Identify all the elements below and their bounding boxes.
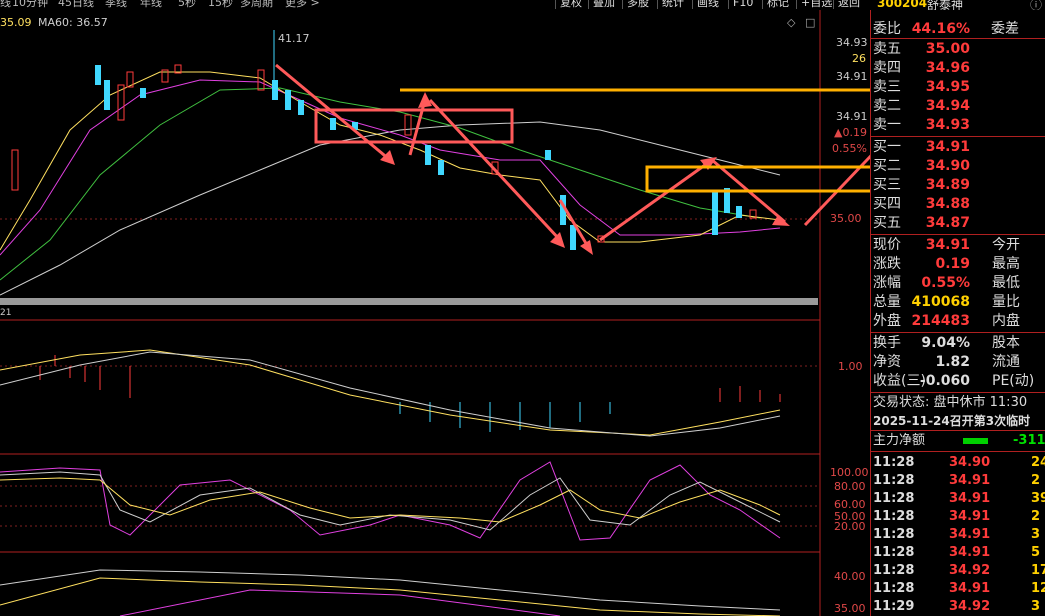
tick-row: 11:28 34.90 24 xyxy=(873,455,1045,470)
trade-status: 交易状态: 盘中休市 11:30 xyxy=(873,395,1028,410)
square-icon: □ xyxy=(805,16,815,29)
ma-legend-partial: 35.09 xyxy=(0,16,32,29)
annotation-arrowheads xyxy=(380,92,790,255)
overlay-button[interactable]: 叠加 xyxy=(588,0,619,9)
weibi-value: 44.16% xyxy=(911,21,970,37)
axis-label-7: 35.00 xyxy=(830,212,862,225)
tick-row: 11:28 34.91 39 xyxy=(873,491,1045,506)
macd-dif-line xyxy=(0,349,781,436)
f10-button[interactable]: F10 xyxy=(728,0,757,9)
bid-row[interactable]: 买五 34.87 xyxy=(871,214,1045,232)
bottom-ma-magenta xyxy=(119,589,561,616)
bottom-axis-35: 35.00 xyxy=(834,602,866,615)
bid-row[interactable]: 买四 34.88 xyxy=(871,195,1045,213)
diamond-icon: ◇ xyxy=(787,16,796,29)
kdj-axis-80: 80.00 xyxy=(834,480,866,493)
weibi-row: 委比 44.16% 委差 xyxy=(871,20,1045,38)
ask-row[interactable]: 卖五 35.00 xyxy=(871,40,1045,58)
axis-label-6: 0.55% xyxy=(832,142,867,155)
ma60-line xyxy=(0,121,781,296)
info-icon[interactable]: ⓘ xyxy=(1030,0,1042,10)
period-tab-line[interactable]: 线 xyxy=(0,0,11,9)
axis-label-2: 26 xyxy=(852,52,866,65)
notice-row[interactable]: 2025-11-24召开第3次临时 xyxy=(871,412,1045,430)
axis-label-3: 34.91 xyxy=(836,70,868,83)
add-watchlist-button[interactable]: +自选 xyxy=(796,0,836,9)
kdj-axis-100: 100.00 xyxy=(830,466,869,479)
fuquan-button[interactable]: 复权 xyxy=(555,0,586,9)
period-tab-more[interactable]: 更多 > xyxy=(285,0,320,9)
tick-row: 11:28 34.91 2 xyxy=(873,509,1041,524)
mark-button[interactable]: 标记 xyxy=(762,0,793,9)
macd-axis-label: 1.00 xyxy=(838,360,863,373)
draw-line-button[interactable]: 画线 xyxy=(692,0,723,9)
quote-panel: 委比 44.16% 委差 卖五 35.00 卖四 34.96 卖三 34.95 … xyxy=(870,10,1045,616)
multi-stock-button[interactable]: 多股 xyxy=(622,0,653,9)
period-tab-year[interactable]: 年线 xyxy=(140,0,162,9)
period-tab-5s[interactable]: 5秒 xyxy=(178,0,196,9)
tick-row: 11:28 34.91 5 xyxy=(873,545,1041,560)
period-tab-15s[interactable]: 15秒 xyxy=(208,0,233,9)
stat-row: 涨幅 0.55% 最低 xyxy=(873,275,1020,291)
tick-row: 11:29 34.92 3 xyxy=(873,599,1041,614)
chart-svg: ◇ □ xyxy=(0,10,870,616)
period-tab-multi[interactable]: 多周期 xyxy=(240,0,273,9)
axis-label-1: 34.93 xyxy=(836,36,868,49)
period-tab-45day[interactable]: 45日线 xyxy=(58,0,94,9)
stats-button[interactable]: 统计 xyxy=(657,0,688,9)
stock-code: 300204 xyxy=(877,0,928,10)
stat-row: 现价 34.91 今开 xyxy=(873,237,1020,253)
stock-name: 舒泰神 xyxy=(927,0,964,10)
tick-row: 11:28 34.91 12 xyxy=(873,581,1045,596)
bid-row[interactable]: 买二 34.90 xyxy=(871,157,1045,175)
tick-row: 11:28 34.92 17 xyxy=(873,563,1045,578)
chart-scrollbar xyxy=(0,298,818,305)
bid-row[interactable]: 买三 34.89 xyxy=(871,176,1045,194)
main-flow-bar xyxy=(963,438,988,444)
axis-label-5: ▲0.19 xyxy=(834,126,867,139)
stat-row: 净资 1.82 流通 xyxy=(873,354,1020,370)
ask-row[interactable]: 卖二 34.94 xyxy=(871,97,1045,115)
main-flow-row: 主力净额 -3116 xyxy=(873,433,1045,448)
bottom-ma-yellow xyxy=(0,577,781,616)
period-tab-10min[interactable]: 10分钟 xyxy=(12,0,48,9)
stat-row: 外盘 214483 内盘 xyxy=(873,313,1020,329)
weibi-label: 委比 xyxy=(873,21,901,37)
top-toolbar: 线 10分钟 45日线 季线 年线 5秒 15秒 多周期 更多 > 复权 叠加 … xyxy=(0,0,1045,10)
macd-histogram xyxy=(39,355,781,432)
axis-label-4: 34.91 xyxy=(836,110,868,123)
period-tab-season[interactable]: 季线 xyxy=(105,0,127,9)
kdj-k-line xyxy=(0,471,781,531)
kdj-axis-20: 20.00 xyxy=(834,520,866,533)
stat-row: 涨跌 0.19 最高 xyxy=(873,256,1020,272)
bottom-axis-40: 40.00 xyxy=(834,570,866,583)
tick-row: 11:28 34.91 3 xyxy=(873,527,1041,542)
ask-row[interactable]: 卖三 34.95 xyxy=(871,78,1045,96)
ask-row[interactable]: 卖一 34.93 xyxy=(871,116,1045,134)
tick-row: 11:28 34.91 2 xyxy=(873,473,1041,488)
kline-chart-area[interactable]: ◇ □ 35.09 MA60: 36.57 41.17 34.93 26 34.… xyxy=(0,10,870,616)
ask-row[interactable]: 卖四 34.96 xyxy=(871,59,1045,77)
ma60-legend: MA60: 36.57 xyxy=(38,16,108,29)
bottom-left-label: 21 xyxy=(0,308,12,318)
weicha-label: 委差 xyxy=(991,21,1019,37)
bid-row[interactable]: 买一 34.91 xyxy=(871,138,1045,156)
back-button[interactable]: 返回 xyxy=(833,0,864,9)
high-price-marker: 41.17 xyxy=(278,32,310,45)
macd-dea-line xyxy=(0,351,781,437)
annotation-orange-box xyxy=(645,165,870,193)
candlesticks xyxy=(11,30,757,250)
kdj-j-line xyxy=(0,461,781,541)
stat-row: 总量 410068 量比 xyxy=(873,294,1020,310)
stat-row: 换手 9.04% 股本 xyxy=(873,335,1020,351)
stat-row: 收益(三) -0.060 PE(动) xyxy=(873,373,1035,389)
